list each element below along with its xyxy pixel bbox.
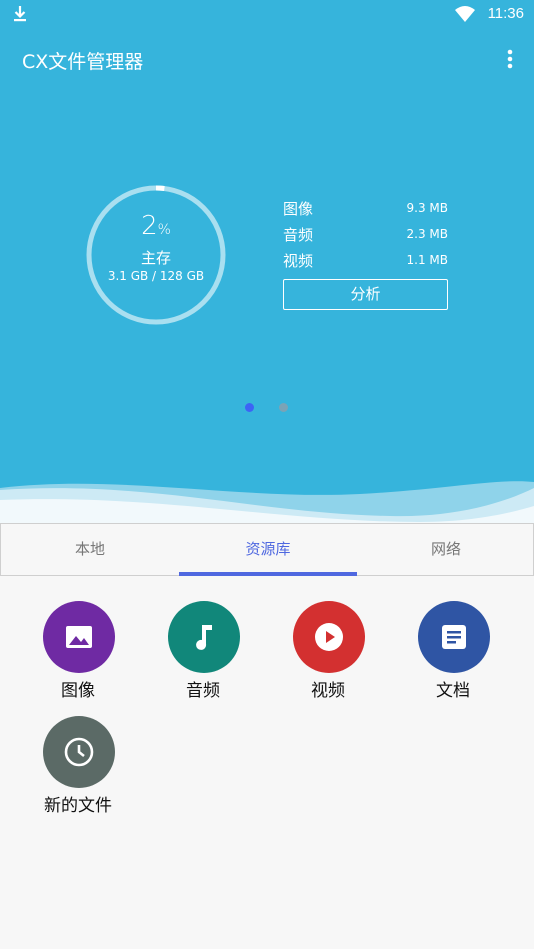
storage-label: 主存 bbox=[140, 249, 171, 267]
analyze-button[interactable]: 分析 bbox=[283, 279, 448, 310]
clock-icon bbox=[43, 716, 115, 788]
library-item-images[interactable]: 图像 bbox=[28, 601, 128, 701]
library-item-label: 新的文件 bbox=[44, 796, 112, 816]
download-icon bbox=[14, 6, 26, 22]
library-item-label: 文档 bbox=[436, 681, 470, 701]
tab-local[interactable]: 本地 bbox=[1, 524, 179, 575]
app-title: CX文件管理器 bbox=[22, 51, 144, 73]
library-item-label: 图像 bbox=[61, 681, 95, 701]
library-item-video[interactable]: 视频 bbox=[278, 601, 378, 701]
document-icon bbox=[418, 601, 490, 673]
stat-value: 2.3 MB bbox=[406, 227, 448, 241]
page-indicator-dot[interactable] bbox=[279, 403, 288, 412]
tab-indicator bbox=[179, 572, 357, 576]
tab-bar: 本地 资源库 网络 bbox=[0, 523, 534, 576]
library-item-label: 视频 bbox=[311, 681, 345, 701]
stat-value: 9.3 MB bbox=[406, 201, 448, 215]
page-indicator-dot-active[interactable] bbox=[245, 403, 254, 412]
music-note-icon bbox=[168, 601, 240, 673]
storage-percent: 2% bbox=[141, 211, 171, 241]
clock: 11:36 bbox=[487, 5, 524, 22]
storage-size: 3.1 GB / 128 GB bbox=[107, 269, 205, 283]
tab-library[interactable]: 资源库 bbox=[179, 524, 357, 575]
library-item-recent[interactable]: 新的文件 bbox=[28, 716, 128, 816]
stat-row-audio: 音频 2.3 MB bbox=[283, 224, 448, 250]
status-bar: 11:36 bbox=[0, 0, 534, 30]
stat-value: 1.1 MB bbox=[406, 253, 448, 267]
tab-network[interactable]: 网络 bbox=[357, 524, 534, 575]
wifi-icon bbox=[455, 6, 475, 22]
storage-ring[interactable]: 2% 主存 3.1 GB / 128 GB bbox=[84, 183, 228, 327]
image-icon bbox=[43, 601, 115, 673]
library-item-audio[interactable]: 音频 bbox=[153, 601, 253, 701]
stat-name: 视频 bbox=[283, 252, 314, 270]
library-item-label: 音频 bbox=[186, 681, 220, 701]
stat-name: 音频 bbox=[283, 226, 314, 244]
storage-stats: 图像 9.3 MB 音频 2.3 MB 视频 1.1 MB bbox=[283, 198, 448, 276]
stat-row-images: 图像 9.3 MB bbox=[283, 198, 448, 224]
storage-header: 11:36 CX文件管理器 2% 主存 3.1 GB / 128 GB 图像 9… bbox=[0, 0, 534, 525]
library-item-documents[interactable]: 文档 bbox=[403, 601, 503, 701]
more-options-icon[interactable] bbox=[500, 48, 520, 70]
stat-name: 图像 bbox=[283, 200, 314, 218]
wave-decoration bbox=[0, 481, 534, 525]
stat-row-video: 视频 1.1 MB bbox=[283, 250, 448, 276]
play-circle-icon bbox=[293, 601, 365, 673]
